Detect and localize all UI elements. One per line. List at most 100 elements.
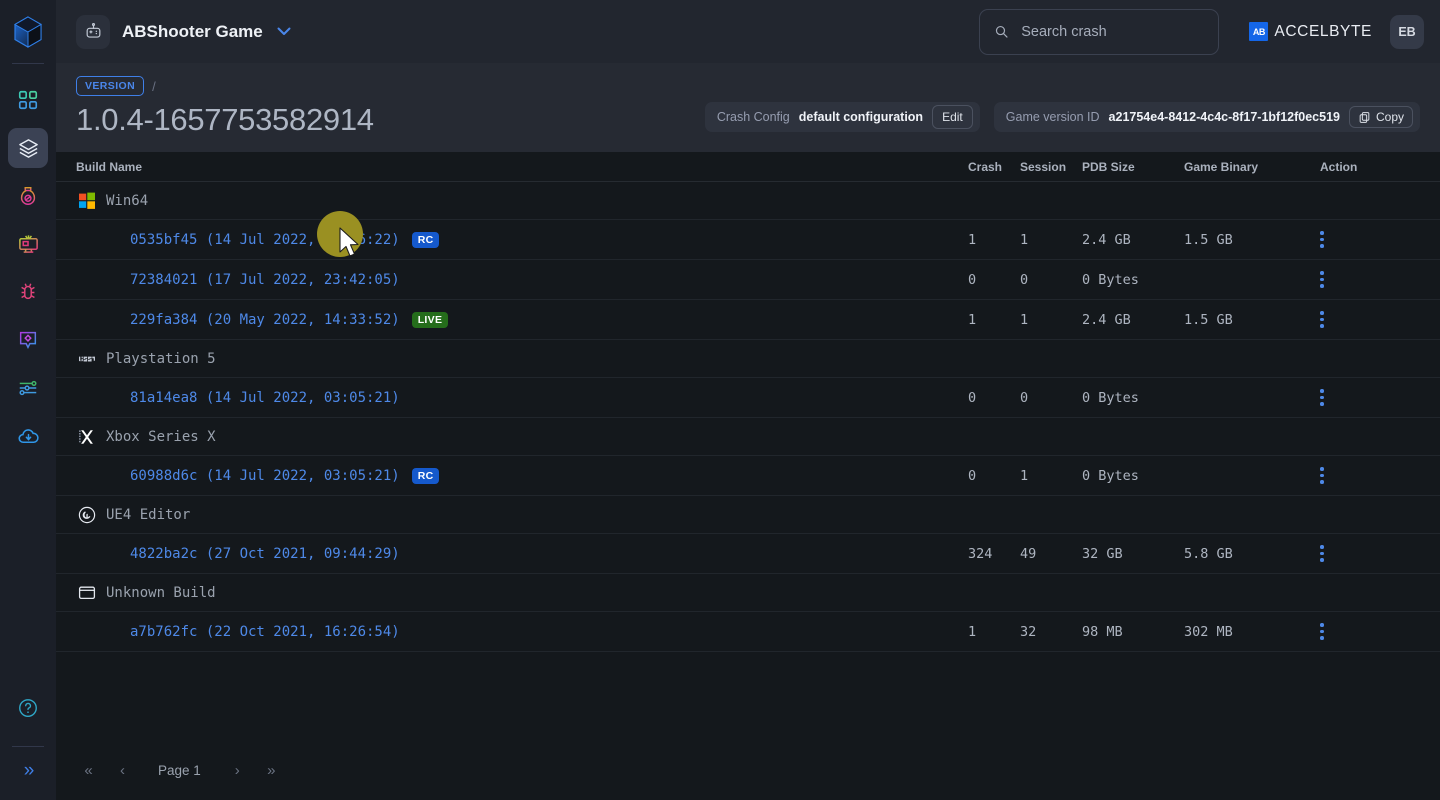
search-crash-box[interactable] (979, 8, 1220, 55)
builds-table: Build Name Crash Session PDB Size Game B… (56, 152, 1440, 800)
breadcrumb-version-badge[interactable]: VERSION (76, 76, 145, 96)
cube-logo-icon (13, 15, 43, 48)
accelbyte-brand: AB ACCELBYTE (1249, 22, 1372, 41)
platform-group-row: Unknown Build (56, 574, 1440, 613)
build-name-link[interactable]: 72384021 (17 Jul 2022, 23:42:05) (130, 272, 400, 288)
layers-stack-icon (18, 138, 38, 158)
sidebar-item-markers[interactable] (8, 320, 48, 360)
flask-potion-icon (20, 187, 36, 205)
cell-session: 32 (1020, 623, 1037, 640)
grid-dashboard-icon (18, 90, 38, 110)
sidebar-item-potions[interactable] (8, 176, 48, 216)
kebab-menu-icon[interactable] (1320, 231, 1332, 248)
pagination-first-button[interactable]: « (76, 758, 100, 782)
action-cell (1320, 311, 1420, 328)
kebab-menu-icon[interactable] (1320, 389, 1332, 406)
sidebar-item-bugs[interactable] (8, 272, 48, 312)
build-name-cell: 229fa384 (20 May 2022, 14:33:52) LIVE (76, 311, 968, 328)
chevron-down-icon[interactable] (277, 24, 291, 39)
platform-name: UE4 Editor (106, 506, 191, 523)
sidebar-item-sliders[interactable] (8, 368, 48, 408)
copy-label: Copy (1375, 110, 1404, 125)
xbox-icon (79, 429, 93, 444)
app-logo[interactable] (0, 0, 56, 63)
kebab-menu-icon[interactable] (1320, 311, 1332, 328)
game-avatar-chip[interactable] (76, 14, 110, 49)
cell-crash: 1 (968, 231, 977, 248)
cell-crash: 0 (968, 467, 977, 484)
kebab-menu-icon[interactable] (1320, 271, 1332, 288)
platform-name: Win64 (106, 192, 149, 209)
build-name-cell: 81a14ea8 (14 Jul 2022, 03:05:21) (76, 390, 968, 406)
build-name-link[interactable]: 81a14ea8 (14 Jul 2022, 03:05:21) (130, 390, 400, 406)
kebab-menu-icon[interactable] (1320, 623, 1332, 640)
playstation5-icon (79, 356, 95, 362)
cell-pdb-size: 0 Bytes (1082, 271, 1139, 288)
platform-name: Unknown Build (106, 584, 216, 601)
column-header-game-binary: Game Binary (1184, 159, 1259, 174)
sidebar-item-help[interactable] (8, 688, 48, 728)
cell-crash: 324 (968, 545, 993, 562)
bug-icon (21, 283, 35, 300)
column-header-build-name: Build Name (76, 159, 143, 174)
platform-group-row: Win64 (56, 182, 1440, 221)
platform-group-row: UE4 Editor (56, 496, 1440, 535)
cell-game-binary: 302 MB (1184, 623, 1233, 640)
table-row: 72384021 (17 Jul 2022, 23:42:05) 0 0 0 Byte… (56, 260, 1440, 301)
cloud-download-icon (17, 428, 39, 443)
status-badge: RC (411, 231, 440, 248)
action-cell (1320, 623, 1420, 640)
main-area: ABShooter Game AB ACCELBYTE EB (56, 0, 1440, 800)
build-name-link[interactable]: 60988d6c (14 Jul 2022, 03:05:21) (130, 468, 400, 484)
app-root: » ABShooter Game Search crash AB ACCELBY… (0, 0, 1440, 800)
status-badge: RC (411, 467, 440, 484)
build-name-link[interactable]: 0535bf45 (14 Jul 2022, 06:06:22) (130, 232, 400, 248)
pagination-last-button[interactable]: » (259, 758, 283, 782)
table-row: 81a14ea8 (14 Jul 2022, 03:05:21) 0 0 0 Byte… (56, 378, 1440, 419)
cell-crash: 0 (968, 389, 977, 406)
kebab-menu-icon[interactable] (1320, 467, 1332, 484)
monitor-screen-icon (18, 234, 38, 253)
platform-name: Playstation 5 (106, 350, 216, 367)
sliders-icon (19, 380, 37, 396)
search-input[interactable] (1021, 23, 1205, 40)
build-name-cell: 0535bf45 (14 Jul 2022, 06:06:22) RC (76, 231, 968, 248)
sidebar-item-builds[interactable] (8, 128, 48, 168)
platform-group-row: Playstation 5 (56, 340, 1440, 379)
game-title: ABShooter Game (122, 21, 263, 41)
pagination-prev-button[interactable]: ‹ (110, 758, 134, 782)
sidebar-item-monitoring[interactable] (8, 224, 48, 264)
sidebar-divider-bottom (12, 746, 44, 747)
cell-pdb-size: 98 MB (1082, 623, 1123, 640)
sidebar-expand-button[interactable]: » (24, 761, 34, 780)
platform-icon-wrap (76, 584, 98, 602)
sidebar-item-dashboard[interactable] (8, 80, 48, 120)
pagination-next-button[interactable]: › (225, 758, 249, 782)
sidebar-item-uploads[interactable] (8, 416, 48, 456)
table-row: 0535bf45 (14 Jul 2022, 06:06:22) RC 1 1 2.4 … (56, 220, 1440, 261)
edit-crash-config-button[interactable]: Edit (932, 105, 973, 130)
kebab-menu-icon[interactable] (1320, 545, 1332, 562)
cell-session: 1 (1020, 467, 1029, 484)
top-bar: ABShooter Game AB ACCELBYTE EB (56, 0, 1440, 63)
cell-crash: 0 (968, 271, 977, 288)
build-name-cell: 60988d6c (14 Jul 2022, 03:05:21) RC (76, 467, 968, 484)
copy-game-version-button[interactable]: Copy (1348, 106, 1413, 129)
cell-session: 49 (1020, 545, 1037, 562)
pagination-page-label: Page 1 (158, 762, 201, 778)
build-name-link[interactable]: a7b762fc (22 Oct 2021, 16:26:54) (130, 624, 400, 640)
robot-game-icon (86, 22, 100, 38)
platform-group-row: Xbox Series X (56, 418, 1440, 457)
platform-icon-wrap (76, 428, 98, 446)
user-avatar[interactable]: EB (1390, 14, 1424, 49)
pagination: « ‹ Page 1 › » (56, 740, 1440, 800)
cell-game-binary: 1.5 GB (1184, 231, 1233, 248)
game-version-id-label: Game version ID (1005, 110, 1100, 125)
search-icon (996, 25, 1008, 38)
status-badge: LIVE (411, 311, 449, 328)
build-name-link[interactable]: 4822ba2c (27 Oct 2021, 09:44:29) (130, 546, 400, 562)
build-name-cell: a7b762fc (22 Oct 2021, 16:26:54) (76, 624, 968, 640)
column-header-pdb-size: PDB Size (1082, 159, 1135, 174)
build-name-link[interactable]: 229fa384 (20 May 2022, 14:33:52) (130, 312, 400, 328)
version-header-band: VERSION / 1.0.4-1657753582914 Crash Conf… (56, 63, 1440, 153)
